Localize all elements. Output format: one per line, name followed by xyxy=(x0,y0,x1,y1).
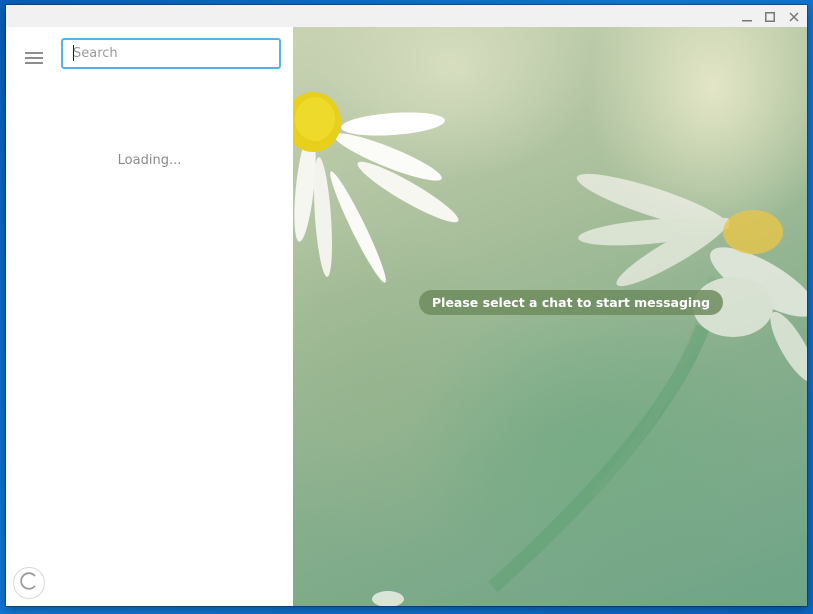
title-bar[interactable] xyxy=(6,5,807,27)
empty-chat-message: Please select a chat to start messaging xyxy=(419,290,724,315)
search-field[interactable] xyxy=(61,38,281,69)
text-caret xyxy=(73,45,74,61)
dialogs-sidebar: Loading... xyxy=(6,27,293,606)
minimize-button[interactable] xyxy=(735,5,759,27)
connection-status-button[interactable] xyxy=(13,567,45,599)
daisy-wallpaper-image xyxy=(293,92,807,606)
maximize-icon xyxy=(765,7,775,26)
close-button[interactable] xyxy=(782,5,806,27)
app-window: Loading... xyxy=(6,5,807,606)
hamburger-menu-icon xyxy=(25,50,43,69)
chat-background: Please select a chat to start messaging xyxy=(293,27,807,606)
search-input[interactable] xyxy=(63,40,279,67)
maximize-button[interactable] xyxy=(758,5,782,27)
close-icon xyxy=(789,7,799,26)
loading-text: Loading... xyxy=(117,153,182,168)
minimize-icon xyxy=(742,7,752,26)
loading-spinner-icon xyxy=(18,570,40,596)
main-menu-button[interactable] xyxy=(16,41,52,77)
